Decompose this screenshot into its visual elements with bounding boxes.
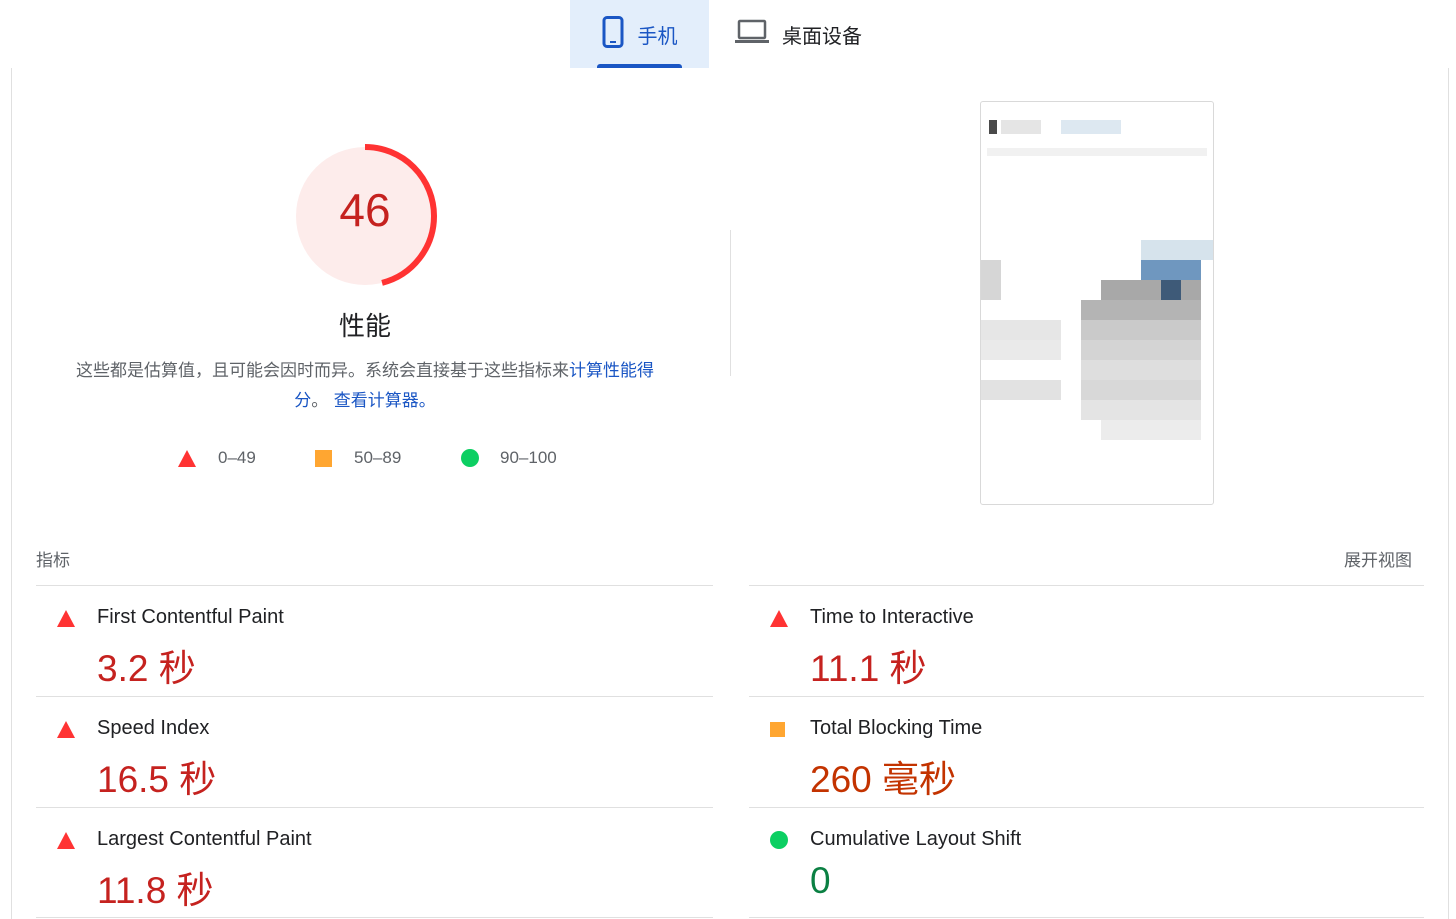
pixel-block xyxy=(1161,280,1181,300)
pixel-block xyxy=(1081,360,1201,380)
metric-name: Largest Contentful Paint xyxy=(97,828,312,850)
metrics-section-label: 指标 xyxy=(36,551,70,571)
card-border-left xyxy=(11,68,12,919)
circle-icon xyxy=(461,449,479,467)
metric-value: 3.2 秒 xyxy=(97,648,196,689)
pixel-block xyxy=(981,340,1061,360)
divider xyxy=(36,917,713,918)
section-divider xyxy=(730,230,731,376)
metric-value: 16.5 秒 xyxy=(97,759,217,800)
metric-name: Time to Interactive xyxy=(810,606,974,628)
pixel-block xyxy=(981,320,1061,340)
pixel-block xyxy=(1001,120,1041,134)
fail-triangle-icon xyxy=(57,610,75,627)
smartphone-icon xyxy=(602,16,624,52)
pixel-block xyxy=(989,120,997,134)
pass-circle-icon xyxy=(770,831,788,849)
metric-value: 11.8 秒 xyxy=(97,870,214,911)
expand-view-toggle[interactable]: 展开视图 xyxy=(1300,546,1412,571)
pixel-block xyxy=(981,260,1001,300)
metric-value: 11.1 秒 xyxy=(810,648,927,689)
metric-name: Speed Index xyxy=(97,717,210,739)
pixel-block xyxy=(1101,420,1201,440)
metric-value: 0 xyxy=(810,860,831,901)
final-screenshot-thumbnail[interactable] xyxy=(980,101,1214,505)
description-text: 这些都是估算值，且可能会因时而异。系统会直接基于这些指标来 xyxy=(76,361,569,381)
pixel-block xyxy=(1081,340,1201,360)
divider xyxy=(749,917,1424,918)
metric-value: 260 毫秒 xyxy=(810,759,957,800)
metric-time-to-interactive: Time to Interactive 11.1 秒 xyxy=(750,586,1410,696)
laptop-icon xyxy=(734,18,770,50)
pixel-block xyxy=(1081,380,1201,400)
metric-speed-index: Speed Index 16.5 秒 xyxy=(37,697,697,807)
legend-fail-range: 0–49 xyxy=(218,448,256,467)
active-tab-indicator xyxy=(597,64,682,68)
metric-largest-contentful-paint: Largest Contentful Paint 11.8 秒 xyxy=(37,808,697,918)
legend-pass: 90–100 xyxy=(461,447,557,469)
pixel-block xyxy=(1061,120,1121,134)
performance-description: 这些都是估算值，且可能会因时而异。系统会直接基于这些指标来计算性能得分。 查看计… xyxy=(60,356,670,416)
tab-desktop-label: 桌面设备 xyxy=(782,23,862,48)
metric-cumulative-layout-shift: Cumulative Layout Shift 0 xyxy=(750,808,1410,918)
fail-triangle-icon xyxy=(57,832,75,849)
tab-mobile[interactable]: 手机 xyxy=(570,0,709,68)
metric-name: Total Blocking Time xyxy=(810,717,983,739)
pixel-block xyxy=(1081,400,1201,420)
metric-name: Cumulative Layout Shift xyxy=(810,828,1022,850)
device-tab-bar: 手机 桌面设备 xyxy=(0,0,1456,68)
performance-score: 46 xyxy=(339,184,391,236)
legend-average: 50–89 xyxy=(315,447,401,469)
legend-average-range: 50–89 xyxy=(354,448,402,467)
legend-fail: 0–49 xyxy=(178,447,256,469)
tab-mobile-label: 手机 xyxy=(637,23,678,48)
view-calculator-link[interactable]: 查看计算器。 xyxy=(334,391,436,411)
pixel-block xyxy=(1081,300,1201,320)
pixel-block xyxy=(1141,240,1213,260)
pixel-block xyxy=(1081,320,1201,340)
performance-title: 性能 xyxy=(338,312,391,342)
metric-first-contentful-paint: First Contentful Paint 3.2 秒 xyxy=(37,586,697,696)
fail-triangle-icon xyxy=(770,610,788,627)
description-separator: 。 xyxy=(311,391,329,411)
triangle-icon xyxy=(178,449,196,467)
pixel-block xyxy=(1141,260,1201,280)
pixel-block xyxy=(981,380,1061,400)
average-square-icon xyxy=(770,722,785,737)
fail-triangle-icon xyxy=(57,721,75,738)
square-icon xyxy=(315,449,332,467)
tab-desktop[interactable]: 桌面设备 xyxy=(732,0,894,68)
metric-name: First Contentful Paint xyxy=(97,606,284,628)
pixel-block xyxy=(1101,280,1201,300)
metric-total-blocking-time: Total Blocking Time 260 毫秒 xyxy=(750,697,1410,807)
card-border-right xyxy=(1448,68,1449,919)
legend-pass-range: 90–100 xyxy=(500,448,557,467)
pixel-block xyxy=(987,148,1207,156)
